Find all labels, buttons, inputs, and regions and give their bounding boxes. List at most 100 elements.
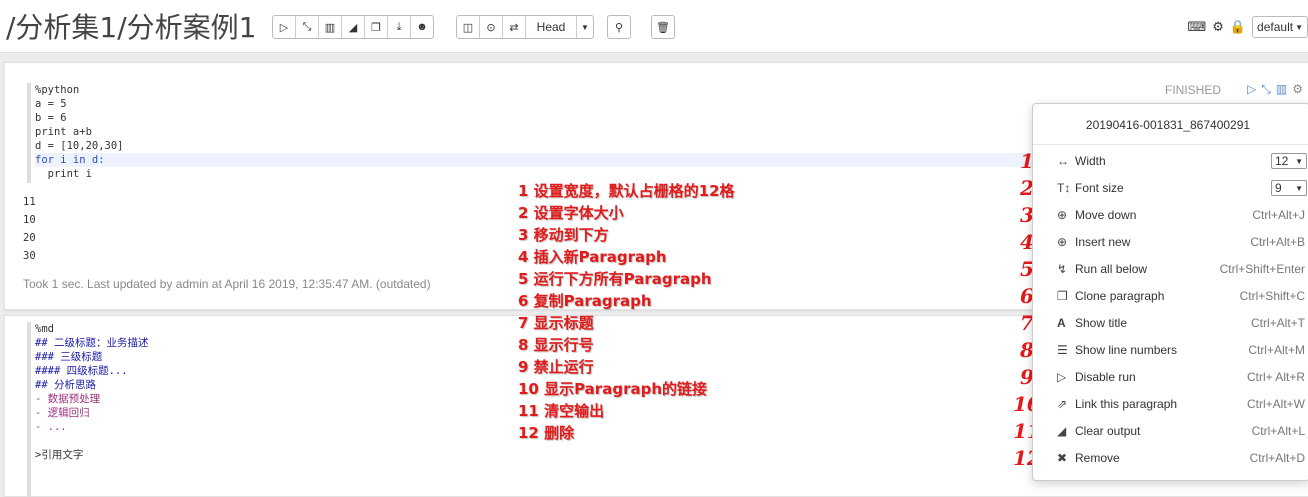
version-toolbar: ◫ ⊙ ⇄ Head ▼ bbox=[456, 15, 594, 39]
menu-item-link-paragraph[interactable]: ⇗ Link this paragraph Ctrl+Alt+W bbox=[1057, 394, 1305, 414]
toggle-editor-button[interactable]: ⤡ bbox=[296, 16, 319, 38]
paragraph-controls: ▷ ⤡ ▥ ⚙ bbox=[1247, 82, 1303, 97]
annotation-item: 1 设置宽度，默认占栅格的12格 bbox=[518, 182, 735, 200]
download-icon: ⤓ bbox=[396, 20, 402, 33]
menu-item-show-line-numbers[interactable]: ☰ Show line numbers Ctrl+Alt+M bbox=[1057, 340, 1305, 360]
annotation-item: 3 移动到下方 bbox=[518, 226, 609, 244]
code-line: a = 5 bbox=[35, 98, 67, 110]
code-line: for i in d: bbox=[35, 153, 1045, 167]
font-size-select[interactable]: 9 ▼ bbox=[1271, 180, 1307, 196]
menu-item-shortcut: Ctrl+Shift+C bbox=[1239, 289, 1305, 303]
annotation-item: 2 设置字体大小 bbox=[518, 204, 624, 222]
export-note-button[interactable]: ⤓ bbox=[388, 16, 411, 38]
clear-output-button[interactable]: ◢ bbox=[342, 16, 365, 38]
code-editor[interactable]: %python a = 5 b = 6 print a+b d = [10,20… bbox=[27, 83, 1045, 183]
font-size-select-value: 9 bbox=[1275, 181, 1282, 195]
menu-item-label: Remove bbox=[1075, 451, 1120, 465]
settings-gear-icon[interactable]: ⚙ bbox=[1292, 82, 1303, 97]
menu-item-clear-output[interactable]: ◢ Clear output Ctrl+Alt+L bbox=[1057, 421, 1305, 441]
clone-note-button[interactable]: ❐ bbox=[365, 16, 388, 38]
paragraph-footer: Took 1 sec. Last updated by admin at Apr… bbox=[23, 277, 431, 291]
menu-item-label: Show line numbers bbox=[1075, 343, 1178, 357]
menu-item-shortcut: Ctrl+Alt+L bbox=[1251, 424, 1305, 438]
output-line: 11 bbox=[23, 196, 36, 208]
caret-down-icon: ▼ bbox=[1295, 183, 1303, 193]
external-link-icon: ⇗ bbox=[1057, 397, 1068, 411]
menu-item-shortcut: Ctrl+Alt+B bbox=[1250, 235, 1305, 249]
close-icon: ✖ bbox=[1057, 451, 1068, 465]
menu-item-shortcut: Ctrl+Alt+M bbox=[1248, 343, 1305, 357]
header-right-tools: ⌨ ⚙ 🔒 default ▼ bbox=[1187, 16, 1308, 38]
menu-item-run-all-below[interactable]: ↯ Run all below Ctrl+Shift+Enter bbox=[1057, 259, 1305, 279]
notebook-title[interactable]: /分析集1/分析案例1 bbox=[6, 6, 257, 46]
commit-button[interactable]: ◫ bbox=[457, 16, 480, 38]
annotation-item: 6 复制Paragraph bbox=[518, 292, 652, 310]
caret-down-icon: ▼ bbox=[1295, 156, 1303, 166]
eraser-icon: ◢ bbox=[1057, 424, 1067, 438]
menu-divider bbox=[1033, 144, 1308, 145]
play-icon: ▷ bbox=[1057, 370, 1067, 384]
width-select[interactable]: 12 ▼ bbox=[1271, 153, 1307, 169]
menu-item-shortcut: Ctrl+Alt+T bbox=[1250, 316, 1305, 330]
menu-item-label: Insert new bbox=[1075, 235, 1131, 249]
notebook-action-toolbar: ▷ ⤡ ▥ ◢ ❐ ⤓ ☻ bbox=[272, 15, 434, 39]
menu-item-label: Move down bbox=[1075, 208, 1137, 222]
keyboard-icon[interactable]: ⌨ bbox=[1187, 19, 1206, 35]
revision-select[interactable]: Head ▼ bbox=[526, 16, 593, 38]
menu-item-width: ↔ Width 12 ▼ bbox=[1057, 151, 1307, 171]
menu-item-show-title[interactable]: A Show title Ctrl+Alt+T bbox=[1057, 313, 1305, 333]
menu-item-label: Link this paragraph bbox=[1075, 397, 1178, 411]
copy-icon: ❐ bbox=[371, 21, 381, 34]
hide-output-icon[interactable]: ▥ bbox=[1276, 82, 1287, 97]
permissions-button[interactable]: ☻ bbox=[411, 16, 433, 38]
menu-item-font-size: T↕ Font size 9 ▼ bbox=[1057, 178, 1307, 198]
menu-item-label: Clear output bbox=[1075, 424, 1141, 438]
default-select-label: default bbox=[1257, 20, 1294, 34]
caret-down-icon: ▼ bbox=[1295, 22, 1303, 32]
collapse-icon: ⤡ bbox=[302, 20, 312, 33]
toggle-output-button[interactable]: ▥ bbox=[319, 16, 342, 38]
run-paragraph-icon[interactable]: ▷ bbox=[1247, 82, 1256, 97]
code-line: %python bbox=[35, 84, 80, 96]
search-toolbar: ⚲ bbox=[607, 15, 631, 39]
menu-item-remove[interactable]: ✖ Remove Ctrl+Alt+D bbox=[1057, 448, 1305, 468]
menu-item-label: Disable run bbox=[1075, 370, 1136, 384]
book-icon: ▥ bbox=[324, 21, 336, 34]
commit-icon: ◫ bbox=[462, 21, 474, 34]
run-all-button[interactable]: ▷ bbox=[273, 16, 296, 38]
width-select-value: 12 bbox=[1275, 154, 1289, 168]
circle-arrow-down-icon: ⊕ bbox=[1057, 208, 1068, 222]
compare-button[interactable]: ⇄ bbox=[503, 16, 526, 38]
remove-note-button[interactable]: 🗑 bbox=[652, 16, 674, 38]
gear-icon[interactable]: ⚙ bbox=[1212, 19, 1224, 35]
play-icon: ▷ bbox=[279, 21, 289, 34]
interpreter-binding-select[interactable]: default ▼ bbox=[1252, 16, 1308, 38]
menu-item-disable-run[interactable]: ▷ Disable run Ctrl+ Alt+R bbox=[1057, 367, 1305, 387]
code-line: print i bbox=[35, 168, 92, 180]
trash-icon: 🗑 bbox=[656, 21, 670, 34]
menu-item-insert-new[interactable]: ⊕ Insert new Ctrl+Alt+B bbox=[1057, 232, 1305, 252]
annotation-item: 7 显示标题 bbox=[518, 314, 594, 332]
hide-editor-icon[interactable]: ⤡ bbox=[1261, 82, 1271, 97]
menu-item-label: Clone paragraph bbox=[1075, 289, 1165, 303]
annotation-item: 12 删除 bbox=[518, 424, 575, 442]
annotation-item: 4 插入新Paragraph bbox=[518, 248, 667, 266]
arrows-horizontal-icon: ↔ bbox=[1057, 154, 1069, 168]
menu-item-move-down[interactable]: ⊕ Move down Ctrl+Alt+J bbox=[1057, 205, 1305, 225]
menu-item-label: Run all below bbox=[1075, 262, 1148, 276]
revision-button[interactable]: ⊙ bbox=[480, 16, 503, 38]
exchange-icon: ⇄ bbox=[509, 21, 519, 34]
annotation-item: 11 清空输出 bbox=[518, 402, 605, 420]
lock-icon[interactable]: 🔒 bbox=[1230, 19, 1246, 35]
annotation-item: 8 显示行号 bbox=[518, 336, 594, 354]
menu-item-shortcut: Ctrl+Alt+D bbox=[1249, 451, 1305, 465]
menu-item-shortcut: Ctrl+Shift+Enter bbox=[1219, 262, 1305, 276]
search-button[interactable]: ⚲ bbox=[608, 16, 630, 38]
eraser-icon: ◢ bbox=[348, 21, 358, 34]
users-icon: ☻ bbox=[416, 21, 428, 33]
menu-item-label: Show title bbox=[1075, 316, 1128, 330]
list-numbered-icon: ☰ bbox=[1057, 343, 1068, 357]
run-below-icon: ↯ bbox=[1057, 262, 1068, 276]
menu-item-shortcut: Ctrl+Alt+J bbox=[1252, 208, 1305, 222]
menu-item-clone-paragraph[interactable]: ❐ Clone paragraph Ctrl+Shift+C bbox=[1057, 286, 1305, 306]
